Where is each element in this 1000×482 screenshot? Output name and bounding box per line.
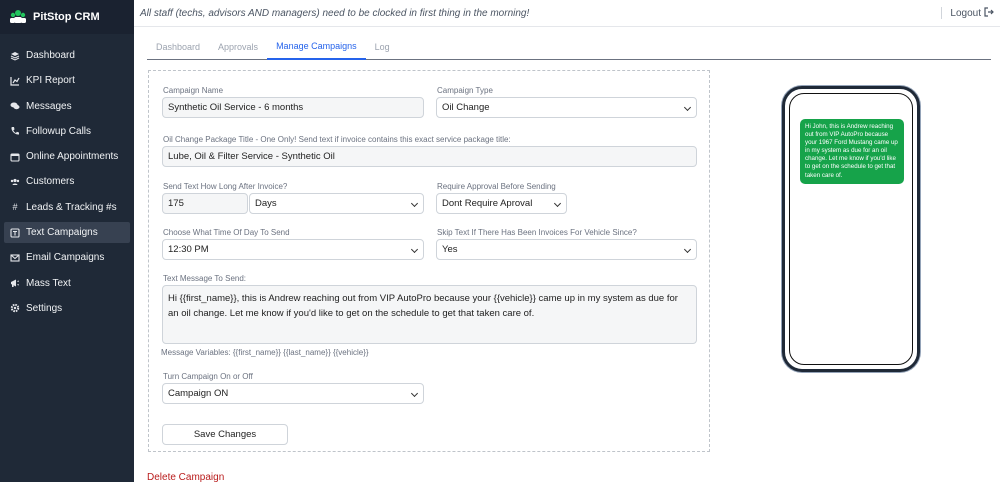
sidebar-item-dashboard[interactable]: Dashboard bbox=[4, 45, 130, 66]
text-icon bbox=[10, 228, 20, 238]
phone-screen: Hi John, this is Andrew reaching out fro… bbox=[789, 93, 913, 365]
logout-label: Logout bbox=[950, 7, 981, 19]
sidebar-item-label: Email Campaigns bbox=[26, 252, 105, 264]
phone-icon bbox=[10, 126, 20, 136]
sidebar-item-customers[interactable]: Customers bbox=[4, 171, 130, 192]
sidebar-item-email-campaigns[interactable]: Email Campaigns bbox=[4, 247, 130, 268]
tab-dashboard[interactable]: Dashboard bbox=[147, 34, 209, 59]
sidebar-item-label: Followup Calls bbox=[26, 125, 92, 137]
send-after-label: Send Text How Long After Invoice? bbox=[163, 182, 288, 191]
calendar-icon bbox=[10, 152, 20, 162]
campaign-toggle-select[interactable]: Campaign ON bbox=[162, 383, 424, 404]
sidebar-item-kpi-report[interactable]: KPI Report bbox=[4, 70, 130, 91]
send-after-days-input[interactable]: 175 bbox=[162, 193, 248, 214]
campaign-name-label: Campaign Name bbox=[163, 86, 224, 95]
sidebar-item-messages[interactable]: Messages bbox=[4, 96, 130, 117]
sidebar-item-mass-text[interactable]: Mass Text bbox=[4, 273, 130, 294]
skip-text-label: Skip Text If There Has Been Invoices For… bbox=[437, 228, 637, 237]
tab-log[interactable]: Log bbox=[366, 34, 399, 59]
topbar-divider bbox=[941, 7, 943, 19]
campaign-type-label: Campaign Type bbox=[437, 86, 493, 95]
sidebar-item-label: Dashboard bbox=[26, 50, 75, 61]
send-time-select[interactable]: 12:30 PM bbox=[162, 239, 424, 260]
message-textarea[interactable]: Hi {{first_name}}, this is Andrew reachi… bbox=[162, 285, 697, 344]
approval-label: Require Approval Before Sending bbox=[437, 182, 556, 191]
bullhorn-icon bbox=[10, 278, 20, 288]
sidebar-item-label: Settings bbox=[26, 302, 63, 314]
hashtag-icon: # bbox=[12, 202, 18, 213]
message-variables: Message Variables: {{first_name}} {{last… bbox=[161, 348, 369, 357]
staff-notice: All staff (techs, advisors AND managers)… bbox=[140, 7, 530, 19]
pitstop-logo-icon bbox=[9, 8, 27, 26]
send-after-unit-select[interactable]: Days bbox=[249, 193, 424, 214]
sidebar-item-settings[interactable]: Settings bbox=[4, 298, 130, 319]
sidebar-item-text-campaigns[interactable]: Text Campaigns bbox=[4, 222, 130, 244]
campaign-form: Campaign Name Synthetic Oil Service - 6 … bbox=[148, 70, 710, 452]
sign-out-icon bbox=[984, 6, 994, 20]
envelope-icon bbox=[10, 253, 20, 263]
layers-icon bbox=[10, 51, 20, 61]
preview-message-bubble: Hi John, this is Andrew reaching out fro… bbox=[800, 119, 904, 184]
tab-bar: Dashboard Approvals Manage Campaigns Log bbox=[147, 34, 991, 60]
sidebar-item-label: Messages bbox=[26, 100, 72, 112]
chart-icon bbox=[10, 76, 20, 86]
sidebar-item-online-appointments[interactable]: Online Appointments bbox=[4, 146, 130, 167]
gear-icon bbox=[10, 303, 20, 313]
sidebar-item-label: Mass Text bbox=[26, 277, 71, 289]
skip-text-select[interactable]: Yes bbox=[436, 239, 697, 260]
sidebar-item-label: Customers bbox=[26, 176, 75, 188]
sidebar: PitStop CRM Dashboard KPI Report Message… bbox=[0, 0, 134, 482]
sidebar-item-label: Leads & Tracking #s bbox=[26, 201, 117, 213]
sidebar-item-leads-tracking[interactable]: # Leads & Tracking #s bbox=[4, 197, 130, 218]
sidebar-nav: Dashboard KPI Report Messages Followup C… bbox=[0, 45, 134, 319]
sidebar-item-label: Text Campaigns bbox=[26, 227, 98, 239]
sidebar-item-label: KPI Report bbox=[26, 75, 75, 87]
brand-name: PitStop CRM bbox=[33, 11, 100, 23]
campaign-name-input[interactable]: Synthetic Oil Service - 6 months bbox=[162, 97, 424, 118]
sidebar-item-label: Online Appointments bbox=[26, 151, 119, 163]
logout-button[interactable]: Logout bbox=[950, 6, 994, 20]
package-title-label: Oil Change Package Title - One Only! Sen… bbox=[163, 135, 511, 144]
tab-manage-campaigns[interactable]: Manage Campaigns bbox=[267, 34, 366, 60]
message-label: Text Message To Send: bbox=[163, 274, 247, 283]
campaign-toggle-label: Turn Campaign On or Off bbox=[163, 372, 253, 381]
brand[interactable]: PitStop CRM bbox=[0, 0, 134, 34]
package-title-input[interactable]: Lube, Oil & Filter Service - Synthetic O… bbox=[162, 146, 697, 167]
delete-campaign-link[interactable]: Delete Campaign bbox=[147, 472, 224, 482]
approval-select[interactable]: Dont Require Aproval bbox=[436, 193, 567, 214]
phone-preview: Hi John, this is Andrew reaching out fro… bbox=[782, 86, 920, 372]
users-icon bbox=[10, 177, 20, 187]
save-changes-button[interactable]: Save Changes bbox=[162, 424, 288, 445]
sidebar-item-followup-calls[interactable]: Followup Calls bbox=[4, 121, 130, 142]
topbar: All staff (techs, advisors AND managers)… bbox=[134, 0, 1000, 27]
send-time-label: Choose What Time Of Day To Send bbox=[163, 228, 290, 237]
tab-approvals[interactable]: Approvals bbox=[209, 34, 267, 59]
campaign-type-select[interactable]: Oil Change bbox=[436, 97, 697, 118]
comments-icon bbox=[10, 101, 20, 111]
